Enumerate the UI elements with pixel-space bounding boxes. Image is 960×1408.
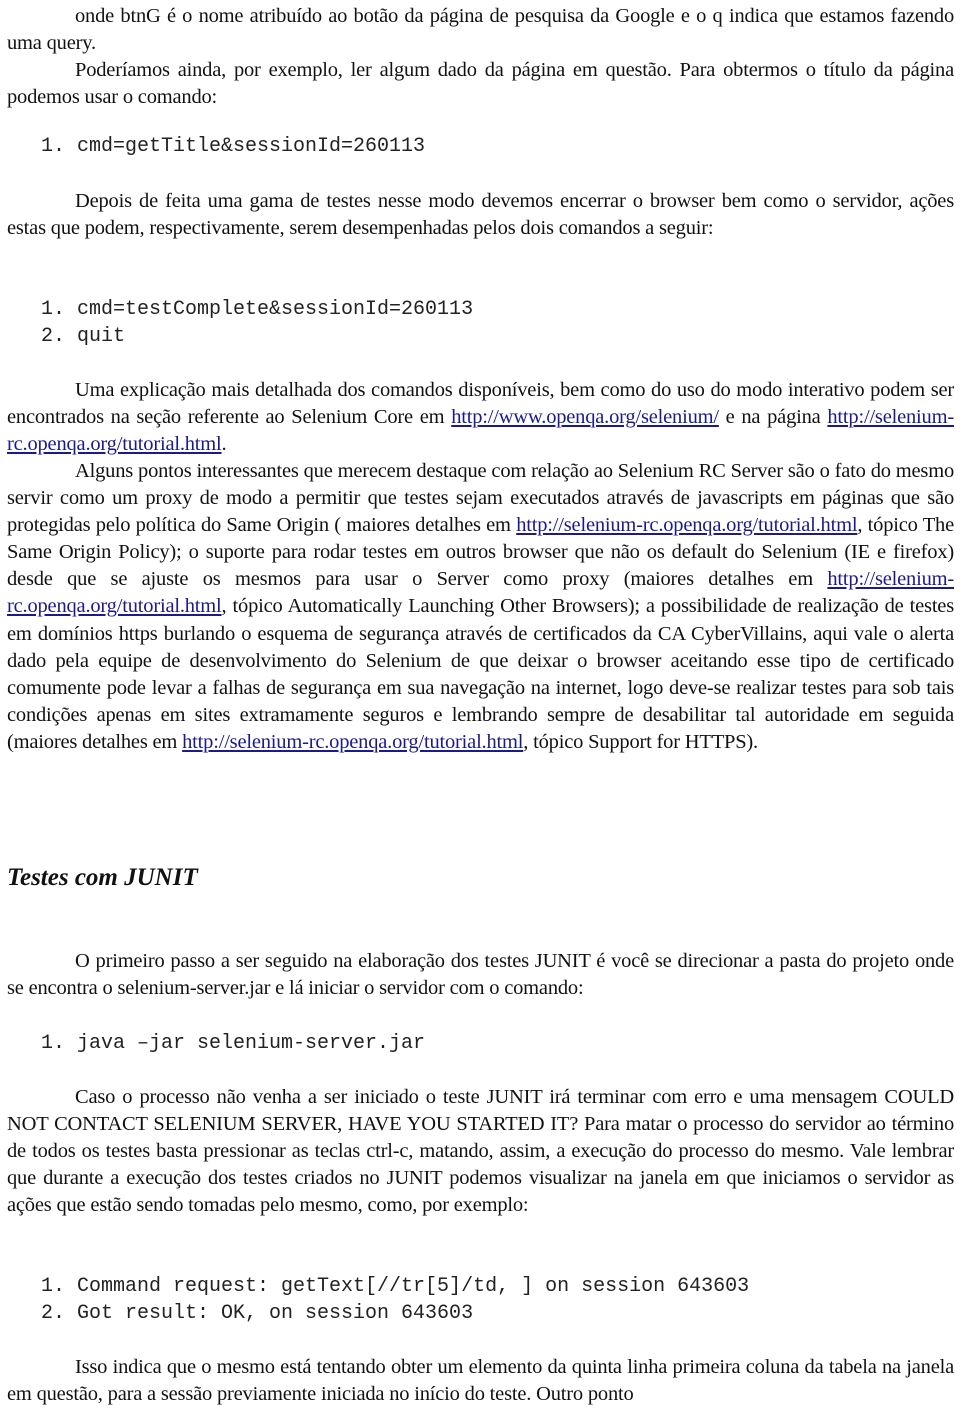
- code-list: 1. cmd=getTitle&sessionId=260113: [7, 133, 954, 160]
- link-openqa-selenium[interactable]: http://www.openqa.org/selenium/: [451, 406, 719, 428]
- code-block-close: 1. cmd=testComplete&sessionId=260113 2. qu…: [7, 296, 954, 350]
- paragraph-log-explanation: Isso indica que o mesmo está tentando ob…: [7, 1354, 954, 1408]
- line-number: 1.: [41, 135, 66, 158]
- paragraph-text: O primeiro passo a ser seguido na elabor…: [7, 950, 954, 1000]
- code-text: Got result: OK, on session 643603: [77, 1302, 474, 1325]
- paragraph-btng-description: onde btnG é o nome atribuído ao botão da…: [7, 3, 954, 57]
- code-list: 1. Command request: getText[//tr[5]/td, ]…: [7, 1273, 954, 1327]
- code-list: 1. cmd=testComplete&sessionId=260113 2. qu…: [7, 296, 954, 350]
- code-text: cmd=testComplete&sessionId=260113: [77, 298, 474, 321]
- paragraph-text: Uma explicação mais detalhada dos comand…: [7, 377, 954, 458]
- paragraph-junit-first-step: O primeiro passo a ser seguido na elabor…: [7, 948, 954, 1002]
- paragraph-text: Poderíamos ainda, por exemplo, ler algum…: [7, 59, 954, 109]
- line-number: 2.: [41, 1302, 66, 1325]
- line-number: 1.: [41, 1032, 66, 1055]
- section-heading: Testes com JUNIT: [7, 864, 198, 891]
- paragraph-text: Caso o processo não venha a ser iniciado…: [7, 1086, 954, 1217]
- paragraph-server-error: Caso o processo não venha a ser iniciado…: [7, 1084, 954, 1219]
- code-list: 1. java –jar selenium-server.jar: [7, 1030, 954, 1057]
- code-text: Command request: getText[//tr[5]/td, ] o…: [77, 1275, 750, 1298]
- code-block-server-log: 1. Command request: getText[//tr[5]/td, ]…: [7, 1273, 954, 1327]
- code-line: 1. Command request: getText[//tr[5]/td, ]…: [7, 1273, 954, 1300]
- code-block-start-server: 1. java –jar selenium-server.jar: [7, 1030, 954, 1057]
- code-line: 2. quit: [7, 323, 954, 350]
- paragraph-get-title-intro: Poderíamos ainda, por exemplo, ler algum…: [7, 57, 954, 111]
- paragraph-rc-server-highlights: Alguns pontos interessantes que merecem …: [7, 458, 954, 756]
- line-number: 1.: [41, 1275, 66, 1298]
- code-line: 1. cmd=testComplete&sessionId=260113: [7, 296, 954, 323]
- paragraph-text: Alguns pontos interessantes que merecem …: [7, 458, 954, 756]
- text-segment: , tópico Support for HTTPS).: [523, 730, 758, 753]
- paragraph-text: Depois de feita uma gama de testes nesse…: [7, 190, 954, 240]
- text-segment: e na página: [718, 406, 828, 429]
- code-block-get-title: 1. cmd=getTitle&sessionId=260113: [7, 133, 954, 160]
- code-text: java –jar selenium-server.jar: [77, 1032, 426, 1055]
- line-number: 2.: [41, 325, 66, 348]
- text-segment: .: [221, 433, 227, 456]
- link-same-origin-tutorial[interactable]: http://selenium-rc.openqa.org/tutorial.h…: [516, 514, 857, 536]
- text-segment: , tópico Automatically Launching Other B…: [7, 595, 954, 753]
- code-text: quit: [77, 325, 126, 348]
- line-number: 1.: [41, 298, 66, 321]
- paragraph-more-info: Uma explicação mais detalhada dos comand…: [7, 377, 954, 458]
- code-line: 1. cmd=getTitle&sessionId=260113: [7, 133, 954, 160]
- paragraph-close-commands-intro: Depois de feita uma gama de testes nesse…: [7, 188, 954, 242]
- code-text: cmd=getTitle&sessionId=260113: [77, 135, 426, 158]
- code-line: 2. Got result: OK, on session 643603: [7, 1300, 954, 1327]
- paragraph-text: onde btnG é o nome atribuído ao botão da…: [7, 5, 954, 55]
- section-heading-junit: Testes com JUNIT: [7, 862, 954, 894]
- paragraph-text: Isso indica que o mesmo está tentando ob…: [7, 1356, 954, 1406]
- link-https-tutorial[interactable]: http://selenium-rc.openqa.org/tutorial.h…: [182, 731, 523, 753]
- code-line: 1. java –jar selenium-server.jar: [7, 1030, 954, 1057]
